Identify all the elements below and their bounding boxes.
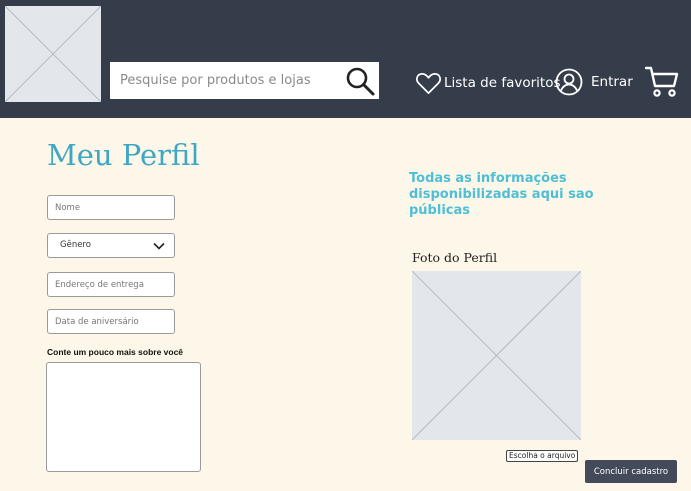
- search-icon: [346, 67, 375, 96]
- gender-select-value: Gênero: [60, 240, 91, 250]
- favorites-label: Lista de favoritos: [444, 75, 561, 91]
- heart-icon: [416, 72, 441, 94]
- public-info-notice: Todas as informações disponibilizadas aq…: [409, 171, 594, 218]
- choose-file-button[interactable]: Escolha o arquivo: [506, 450, 579, 462]
- address-field[interactable]: [47, 272, 175, 297]
- cart-icon: [644, 66, 679, 97]
- image-placeholder-icon: [5, 6, 101, 102]
- search-input[interactable]: [110, 62, 342, 99]
- top-header: Lista de favoritos Entrar: [0, 0, 691, 118]
- user-circle-icon: [555, 68, 583, 95]
- birthday-field[interactable]: [47, 309, 175, 334]
- chevron-down-icon: [153, 242, 165, 250]
- profile-photo-placeholder: [412, 271, 581, 440]
- search-button[interactable]: [345, 66, 375, 96]
- cart-button[interactable]: [644, 66, 679, 98]
- gender-select[interactable]: Gênero: [47, 233, 175, 258]
- page-title: Meu Perfil: [47, 138, 200, 172]
- search-bar: [110, 62, 379, 99]
- login-link[interactable]: Entrar: [555, 67, 633, 96]
- logo-placeholder[interactable]: [5, 6, 101, 102]
- image-placeholder-icon: [412, 271, 581, 440]
- photo-label: Foto do Perfil: [412, 250, 498, 265]
- about-textarea[interactable]: [46, 362, 201, 472]
- submit-button[interactable]: Concluir cadastro: [585, 460, 677, 483]
- login-label: Entrar: [591, 73, 633, 90]
- favorites-link[interactable]: Lista de favoritos: [416, 70, 561, 96]
- about-label: Conte um pouco mais sobre você: [47, 347, 184, 357]
- name-field[interactable]: [47, 195, 175, 220]
